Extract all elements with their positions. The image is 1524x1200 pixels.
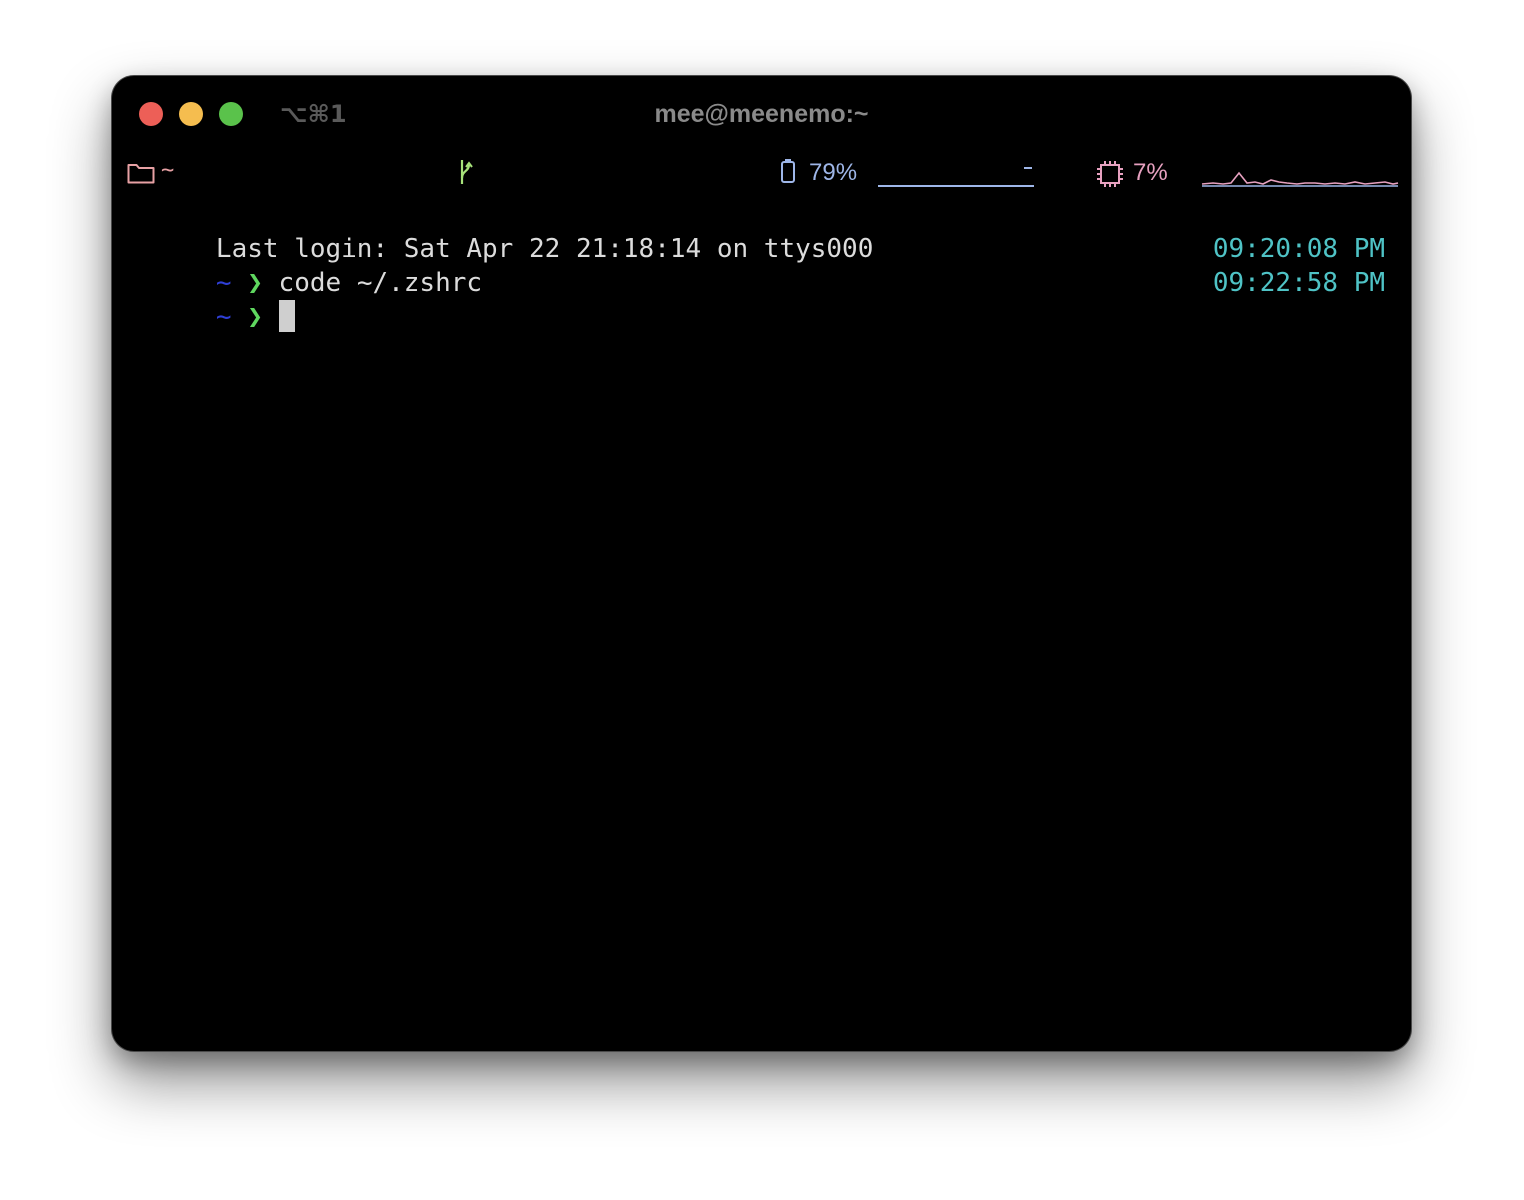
prompt-directory: ~ [215,302,232,332]
battery-history-graph [878,167,1034,187]
battery-percentage: 79% [809,159,858,186]
prompt-line: ~ ❯ 09:22:58 PM [122,266,1397,332]
cpu-percentage: 7% [1133,159,1168,186]
terminal-window: ⌥⌘1 mee@meenemo:~ ~ 79% 7% Last login: S… [112,76,1411,1051]
cpu-history-graph [1201,171,1399,187]
folder-icon [127,164,155,184]
command-timestamp: 09:20:08 PM [1212,234,1385,264]
text-cursor[interactable] [278,299,295,332]
status-bar: ~ 79% 7% [112,152,1411,196]
title-bar[interactable]: ⌥⌘1 mee@meenemo:~ [112,76,1411,152]
terminal-output[interactable]: Last login: Sat Apr 22 21:18:14 on ttys0… [122,198,1397,332]
git-branch-icon [460,160,473,184]
window-title: mee@meenemo:~ [654,100,869,128]
current-path: ~ [161,158,175,183]
prompt-line: ~ ❯ code ~/.zshrc 09:20:08 PM [122,232,1397,298]
prompt-symbol: ❯ [247,302,263,332]
last-login-line: Last login: Sat Apr 22 21:18:14 on ttys0… [122,198,1397,264]
battery-icon [781,159,795,183]
cpu-chip-icon [1097,161,1123,187]
command-timestamp: 09:22:58 PM [1212,268,1385,298]
